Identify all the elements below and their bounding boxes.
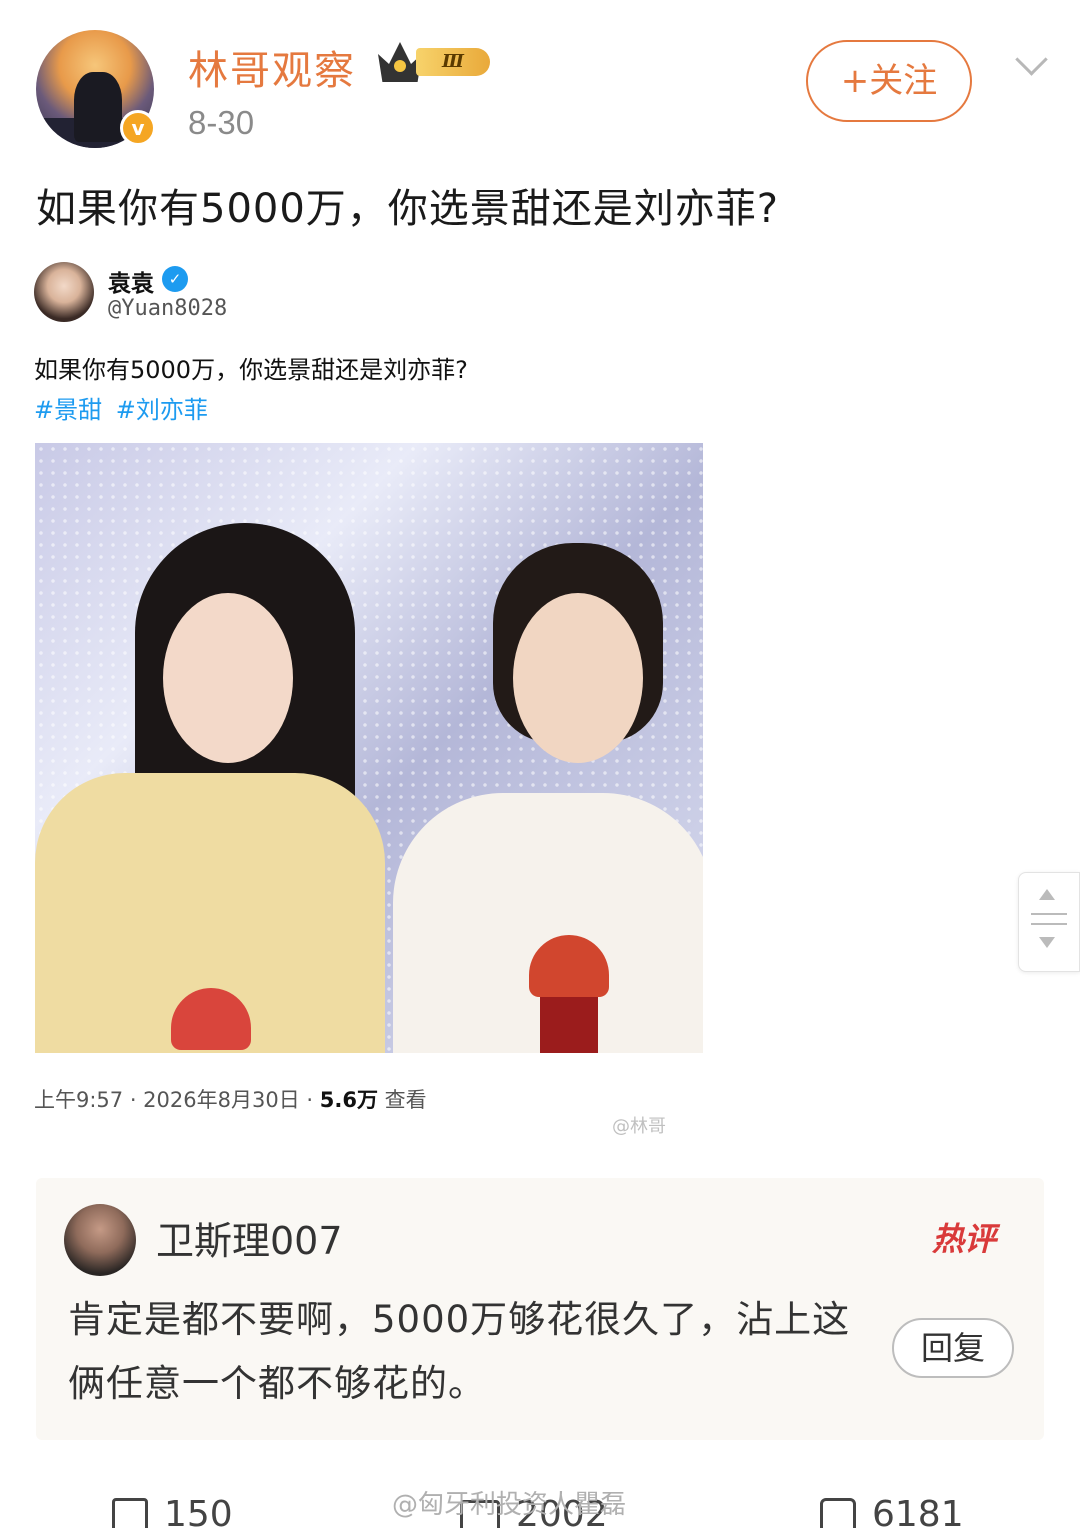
author-avatar[interactable]: v <box>36 30 156 148</box>
menu-lines-icon <box>1031 923 1067 925</box>
quoted-tweet-header: 袁袁 ✓ @Yuan8028 <box>34 262 634 326</box>
comment-text: 肯定是都不要啊，5000万够花很久了，沾上这俩任意一个都不够花的。 <box>68 1298 851 1405</box>
avatar-silhouette <box>74 72 122 142</box>
scroll-up-icon[interactable] <box>1039 889 1055 900</box>
like-action[interactable]: 6181 <box>820 1494 964 1528</box>
photo-figure-right-face <box>513 593 643 763</box>
scroll-down-icon[interactable] <box>1039 937 1055 948</box>
quoted-tweet-meta: 上午9:57 · 2026年8月30日 · 5.6万 查看 <box>34 1084 427 1114</box>
image-watermark: @林哥 <box>612 1116 666 1137</box>
tweet-view-count: 5.6万 <box>319 1088 378 1112</box>
hashtag-link[interactable]: #刘亦菲 <box>116 396 208 424</box>
share-count: 150 <box>164 1494 233 1528</box>
post-text: 如果你有5000万，你选景甜还是刘亦菲? <box>36 186 780 232</box>
chevron-down-icon[interactable] <box>1012 48 1048 84</box>
quoted-tweet-tags: #景甜 #刘亦菲 <box>34 390 214 425</box>
member-level-text: Ⅲ <box>416 48 490 76</box>
commenter-name[interactable]: 卫斯理007 <box>156 1210 343 1265</box>
scroll-control[interactable] <box>1018 872 1080 972</box>
quoted-tweet-photo[interactable] <box>35 443 703 1053</box>
crown-gem <box>394 60 406 72</box>
quoted-user-name[interactable]: 袁袁 <box>108 264 154 298</box>
photo-figure-left-face <box>163 593 293 763</box>
reply-button[interactable]: 回复 <box>892 1318 1014 1378</box>
tweet-timestamp: 上午9:57 · 2026年8月30日 · <box>34 1088 320 1112</box>
menu-lines-icon <box>1031 913 1067 915</box>
like-icon <box>820 1498 856 1528</box>
like-count: 6181 <box>872 1494 964 1528</box>
member-level-badge[interactable]: Ⅲ <box>378 42 490 82</box>
share-icon <box>112 1498 148 1528</box>
hot-comment-badge: 热评 <box>932 1220 997 1258</box>
verified-check-icon: ✓ <box>162 266 188 292</box>
commenter-avatar[interactable] <box>64 1204 136 1276</box>
quoted-tweet-text: 如果你有5000万，你选景甜还是刘亦菲? <box>34 356 468 384</box>
verified-v-icon: v <box>120 110 156 146</box>
follow-button[interactable]: +关注 <box>806 40 972 122</box>
bottom-watermark: @匈牙利投资人瞿磊 <box>392 1490 627 1520</box>
author-name[interactable]: 林哥观察 <box>188 38 356 96</box>
photo-trophy-base-right <box>540 993 598 1053</box>
post-date: 8-30 <box>188 104 255 141</box>
hot-comment-card: 卫斯理007 热评 肯定是都不要啊，5000万够花很久了，沾上这俩任意一个都不够… <box>36 1178 1044 1440</box>
quoted-avatar[interactable] <box>34 262 94 322</box>
hashtag-link[interactable]: #景甜 <box>34 396 102 424</box>
quoted-user-handle: @Yuan8028 <box>108 296 228 321</box>
post-header: v 林哥观察 Ⅲ 8-30 +关注 <box>0 0 1080 160</box>
share-action[interactable]: 150 <box>112 1494 233 1528</box>
tweet-view-label: 查看 <box>377 1088 427 1112</box>
